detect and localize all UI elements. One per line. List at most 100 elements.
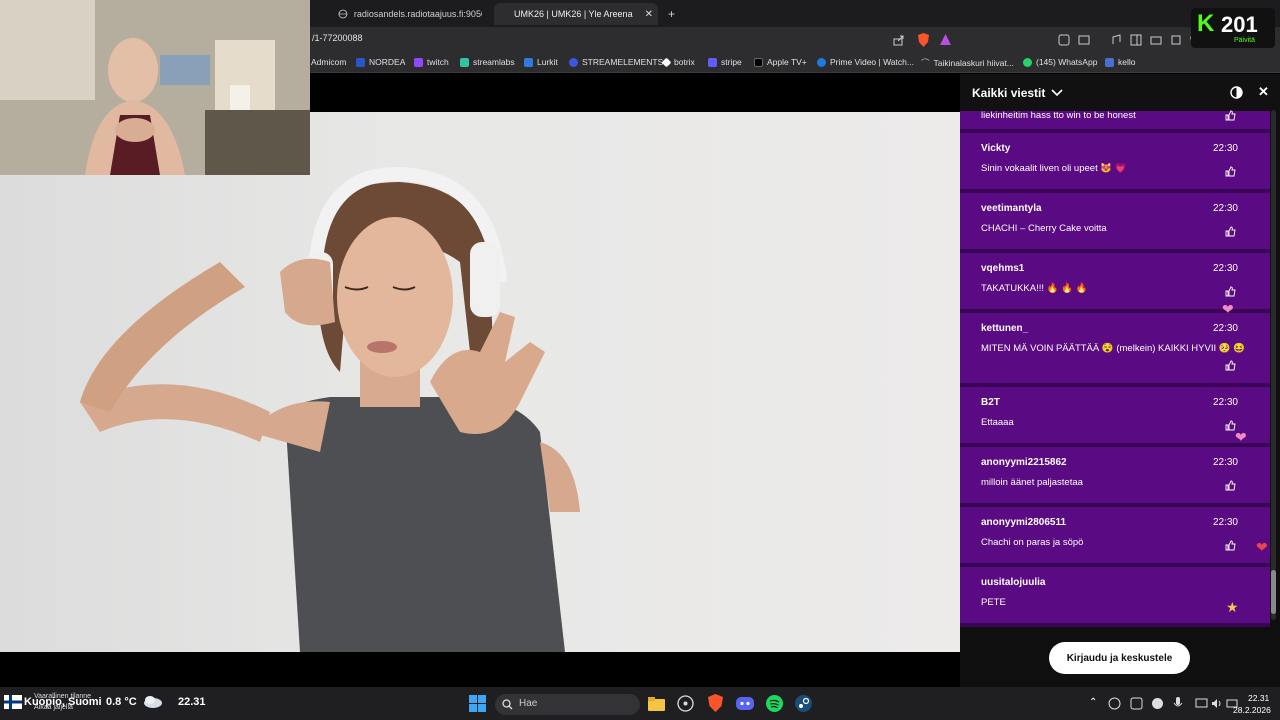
sidebar-icon[interactable]	[1130, 34, 1142, 46]
bookmark-admicom[interactable]: Admicom	[311, 57, 346, 67]
chat-message-text: Chachi on paras ja söpö	[981, 537, 1084, 548]
video-player[interactable]	[0, 112, 960, 652]
chat-message: B2T 22:30 Ettaaaa	[960, 387, 1270, 447]
url-field[interactable]: /1-77200088	[312, 33, 363, 43]
tray-app-icon[interactable]	[1108, 697, 1121, 710]
streamelements-icon	[569, 57, 578, 67]
media-control-icon[interactable]	[1110, 34, 1122, 46]
webcam-overlay	[0, 0, 310, 175]
apple-tv-icon	[754, 57, 763, 67]
chat-timestamp: 22:30	[1212, 203, 1238, 214]
chat-username[interactable]: uusitalojuulia	[981, 577, 1045, 588]
chat-message-text: liekinheitim hass tto win to be honest	[981, 110, 1136, 121]
brave-browser-icon[interactable]	[707, 694, 724, 712]
chat-username[interactable]: anonyymi2806511	[981, 517, 1066, 528]
taskbar-date[interactable]: 28.2.2026	[1233, 705, 1271, 715]
bookmark-stripe[interactable]: stripe	[708, 57, 742, 67]
chat-username[interactable]: anonyymi2215862	[981, 457, 1067, 468]
globe-icon	[338, 9, 348, 19]
chat-message: anonyymi2806511 22:30 Chachi on paras ja…	[960, 507, 1270, 567]
twitch-icon	[414, 57, 423, 67]
steam-tray-icon[interactable]	[1151, 697, 1164, 710]
heart-reaction-icon: ❤	[1235, 429, 1247, 445]
puzzle-icon[interactable]	[1170, 34, 1182, 46]
taskbar-time[interactable]: 22.31	[1248, 693, 1269, 703]
bookmark-kello[interactable]: kello	[1105, 57, 1135, 67]
extensions-icon[interactable]	[1058, 34, 1070, 46]
obs-icon[interactable]	[677, 695, 694, 712]
thumbs-up-icon[interactable]	[1225, 110, 1236, 121]
chat-message-text: Sinin vokaalit liven oli upeet 😻 💗	[981, 163, 1127, 174]
contrast-icon[interactable]	[1230, 86, 1243, 99]
chat-username[interactable]: Vickty	[981, 143, 1010, 154]
close-chat-icon[interactable]: ✕	[1258, 84, 1269, 100]
chat-message-text: TAKATUKKA!!! 🔥 🔥 🔥	[981, 283, 1088, 294]
wallet-icon[interactable]	[1150, 34, 1162, 46]
thumbs-up-icon[interactable]	[1225, 286, 1236, 297]
thumbs-up-icon[interactable]	[1225, 360, 1236, 371]
bookmark-prime-video[interactable]: Prime Video | Watch...	[817, 57, 914, 67]
bookmark-apple-tv[interactable]: Apple TV+	[754, 57, 807, 67]
weather-location[interactable]: Kuopio, Suomi	[24, 696, 102, 708]
video-frame-image	[80, 166, 580, 652]
chat-username[interactable]: B2T	[981, 397, 1000, 408]
bookmark-nordea[interactable]: NORDEA	[356, 57, 405, 67]
chat-message-text: CHACHI – Cherry Cake voitta	[981, 223, 1107, 234]
volume-icon[interactable]	[1211, 697, 1224, 710]
thumbs-up-icon[interactable]	[1225, 540, 1236, 551]
whatsapp-icon	[1023, 57, 1032, 67]
thumbs-up-icon[interactable]	[1225, 480, 1236, 491]
search-icon	[502, 699, 513, 710]
chat-message-text: milloin äänet paljastetaa	[981, 477, 1083, 488]
file-explorer-icon[interactable]	[648, 696, 665, 711]
tab-yle-areena[interactable]: UMK26 | UMK26 | Yle Areena ✕	[494, 3, 658, 25]
bookmark-whatsapp[interactable]: (145) WhatsApp	[1023, 57, 1097, 67]
screenshot-icon[interactable]	[1078, 34, 1090, 46]
brave-rewards-icon[interactable]	[940, 34, 951, 45]
tray-app-icon[interactable]	[1130, 697, 1143, 710]
taskbar-search[interactable]: Hae	[495, 694, 640, 715]
close-tab-icon[interactable]: ✕	[645, 9, 653, 20]
chat-filter-title[interactable]: Kaikki viestit	[972, 86, 1045, 100]
chevron-down-icon[interactable]	[1051, 88, 1063, 97]
thumbs-up-icon[interactable]	[1225, 166, 1236, 177]
weather-temperature[interactable]: 0.8 °C	[106, 696, 137, 708]
kello-icon	[1105, 57, 1114, 67]
streamlabs-icon	[460, 57, 469, 67]
login-to-chat-button[interactable]: Kirjaudu ja keskustele	[1049, 642, 1190, 674]
chat-timestamp: 22:30	[1212, 517, 1238, 528]
chat-scrollbar-thumb[interactable]	[1271, 570, 1276, 614]
botrix-icon	[661, 57, 672, 67]
bookmark-botrix[interactable]: botrix	[661, 57, 695, 67]
microphone-icon[interactable]	[1173, 697, 1183, 710]
bookmark-streamelements[interactable]: STREAMELEMENTS	[569, 57, 663, 67]
k-refresh: Päivitä	[1234, 37, 1256, 44]
network-icon[interactable]	[1195, 697, 1208, 710]
tab-radiosandels[interactable]: radiosandels.radiotaajuus.fi:9050/rad	[330, 3, 490, 25]
thumbs-up-icon[interactable]	[1225, 226, 1236, 237]
chat-username[interactable]: vqehms1	[981, 263, 1024, 274]
brave-shield-icon[interactable]	[917, 33, 930, 47]
windows-start-icon[interactable]	[469, 695, 486, 712]
chat-username[interactable]: veetimantyla	[981, 203, 1042, 214]
bookmark-lurkit[interactable]: Lurkit	[524, 57, 558, 67]
tab-label: radiosandels.radiotaajuus.fi:9050/rad	[353, 9, 482, 19]
nordea-icon	[356, 57, 365, 67]
bookmark-taikinalaskuri[interactable]: ⌒ Taikinalaskuri hiivat...	[921, 57, 1014, 69]
bookmark-streamlabs[interactable]: streamlabs	[460, 57, 515, 67]
chat-timestamp: 22:30	[1212, 143, 1238, 154]
chat-message-text: MITEN MÄ VOIN PÄÄTTÄÄ 😵 (melkein) KAIKKI…	[981, 343, 1246, 354]
spotify-icon[interactable]	[766, 695, 783, 712]
chat-timestamp: 22:30	[1212, 323, 1238, 334]
new-tab-button[interactable]: +	[660, 3, 683, 25]
k-counter-badge: K 201 Päivitä	[1191, 8, 1275, 48]
k-logo: K	[1197, 10, 1215, 37]
discord-icon[interactable]	[736, 695, 754, 711]
chat-username[interactable]: kettunen_	[981, 323, 1028, 334]
tray-chevron-up-icon[interactable]: ⌃	[1089, 697, 1097, 708]
share-icon[interactable]	[893, 34, 905, 46]
chat-scrollbar[interactable]	[1271, 110, 1276, 620]
heart-reaction-icon: ❤	[1222, 301, 1234, 317]
bookmark-twitch[interactable]: twitch	[414, 57, 449, 67]
steam-icon[interactable]	[795, 695, 812, 712]
